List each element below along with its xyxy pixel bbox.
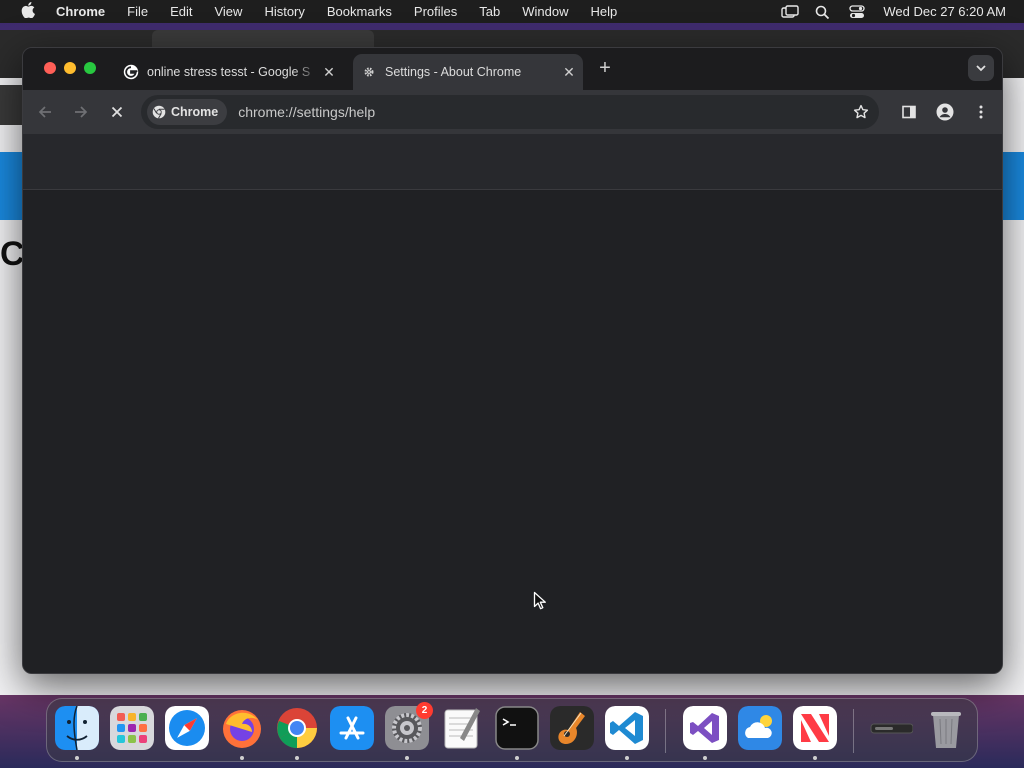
- tab-search-chevron-down-icon[interactable]: [968, 55, 994, 81]
- menu-bar: Chrome File Edit View History Bookmarks …: [0, 0, 1024, 23]
- running-indicator: [405, 756, 409, 760]
- background-tab: [152, 30, 374, 48]
- menu-help[interactable]: Help: [580, 4, 629, 19]
- dock-weather-icon[interactable]: [738, 706, 782, 750]
- side-panel-icon[interactable]: [899, 102, 919, 122]
- apple-icon[interactable]: [18, 1, 38, 22]
- back-arrow-icon[interactable]: [35, 102, 55, 122]
- dock-finder-icon[interactable]: [55, 706, 99, 750]
- settings-header-bar: [23, 134, 1002, 190]
- site-info-chip-label: Chrome: [171, 105, 219, 119]
- close-tab-icon[interactable]: ✕: [559, 64, 579, 81]
- dock-app-store-icon[interactable]: [330, 706, 374, 750]
- dock-vscode-icon[interactable]: [605, 706, 649, 750]
- running-indicator: [295, 756, 299, 760]
- tab-google-search[interactable]: online stress tesst - Google S ✕: [115, 54, 343, 90]
- dock-firefox-icon[interactable]: [220, 706, 264, 750]
- dock-terminal-icon[interactable]: [495, 706, 539, 750]
- dock-chrome-icon[interactable]: [275, 706, 319, 750]
- dock-launchpad-icon[interactable]: [110, 706, 154, 750]
- dock-news-icon[interactable]: [793, 706, 837, 750]
- bookmark-star-icon[interactable]: [851, 102, 871, 122]
- running-indicator: [703, 756, 707, 760]
- dock-separator: [665, 709, 666, 753]
- dock-separator: [853, 709, 854, 753]
- menu-app-name[interactable]: Chrome: [52, 4, 116, 19]
- dock: 2: [46, 698, 978, 762]
- minimize-window-button[interactable]: [64, 62, 76, 74]
- dock-downloads-stack-icon[interactable]: [869, 706, 913, 750]
- dock-textedit-icon[interactable]: [440, 706, 484, 750]
- toolbar: Chrome chrome://settings/help: [23, 90, 1002, 134]
- screen-mirroring-icon[interactable]: [781, 4, 800, 19]
- running-indicator: [240, 756, 244, 760]
- stop-loading-x-icon[interactable]: [107, 102, 127, 122]
- spotlight-search-icon[interactable]: [815, 5, 831, 19]
- background-sidebar-strip: [0, 85, 24, 125]
- background-heading-letter: C: [0, 235, 25, 273]
- omnibox[interactable]: Chrome chrome://settings/help: [141, 95, 879, 129]
- menu-tab[interactable]: Tab: [468, 4, 511, 19]
- tab-title: Settings - About Chrome: [385, 65, 522, 79]
- more-menu-icon[interactable]: [971, 102, 991, 122]
- tab-settings-about-chrome[interactable]: Settings - About Chrome ✕: [353, 54, 583, 90]
- close-tab-icon[interactable]: ✕: [319, 64, 339, 81]
- site-info-chip[interactable]: Chrome: [147, 99, 228, 125]
- new-tab-plus-icon[interactable]: +: [595, 56, 615, 80]
- menu-profiles[interactable]: Profiles: [403, 4, 468, 19]
- menu-bookmarks[interactable]: Bookmarks: [316, 4, 403, 19]
- running-indicator: [75, 756, 79, 760]
- zoom-window-button[interactable]: [84, 62, 96, 74]
- control-center-icon[interactable]: [849, 4, 866, 19]
- running-indicator: [625, 756, 629, 760]
- menu-file[interactable]: File: [116, 4, 159, 19]
- page-content-area: [23, 191, 1002, 673]
- running-indicator: [515, 756, 519, 760]
- google-icon: [123, 64, 139, 80]
- menu-window[interactable]: Window: [511, 4, 579, 19]
- menu-history[interactable]: History: [253, 4, 315, 19]
- forward-arrow-icon[interactable]: [71, 102, 91, 122]
- notification-badge: 2: [416, 702, 433, 719]
- dock-visual-studio-icon[interactable]: [683, 706, 727, 750]
- menu-view[interactable]: View: [203, 4, 253, 19]
- tab-strip: online stress tesst - Google S ✕ Setting…: [23, 48, 1002, 90]
- menu-edit[interactable]: Edit: [159, 4, 203, 19]
- chrome-window: online stress tesst - Google S ✕ Setting…: [22, 47, 1003, 674]
- settings-gear-icon: [361, 64, 377, 80]
- tab-title: online stress tesst - Google S: [147, 65, 311, 79]
- menu-clock[interactable]: Wed Dec 27 6:20 AM: [883, 4, 1006, 19]
- chrome-logo-icon: [152, 105, 166, 119]
- dock-safari-icon[interactable]: [165, 706, 209, 750]
- close-window-button[interactable]: [44, 62, 56, 74]
- profile-avatar-icon[interactable]: [935, 102, 955, 122]
- dock-trash-icon[interactable]: [924, 706, 968, 750]
- running-indicator: [813, 756, 817, 760]
- mouse-cursor-icon: [533, 591, 547, 611]
- url-text: chrome://settings/help: [238, 104, 376, 120]
- dock-garageband-icon[interactable]: [550, 706, 594, 750]
